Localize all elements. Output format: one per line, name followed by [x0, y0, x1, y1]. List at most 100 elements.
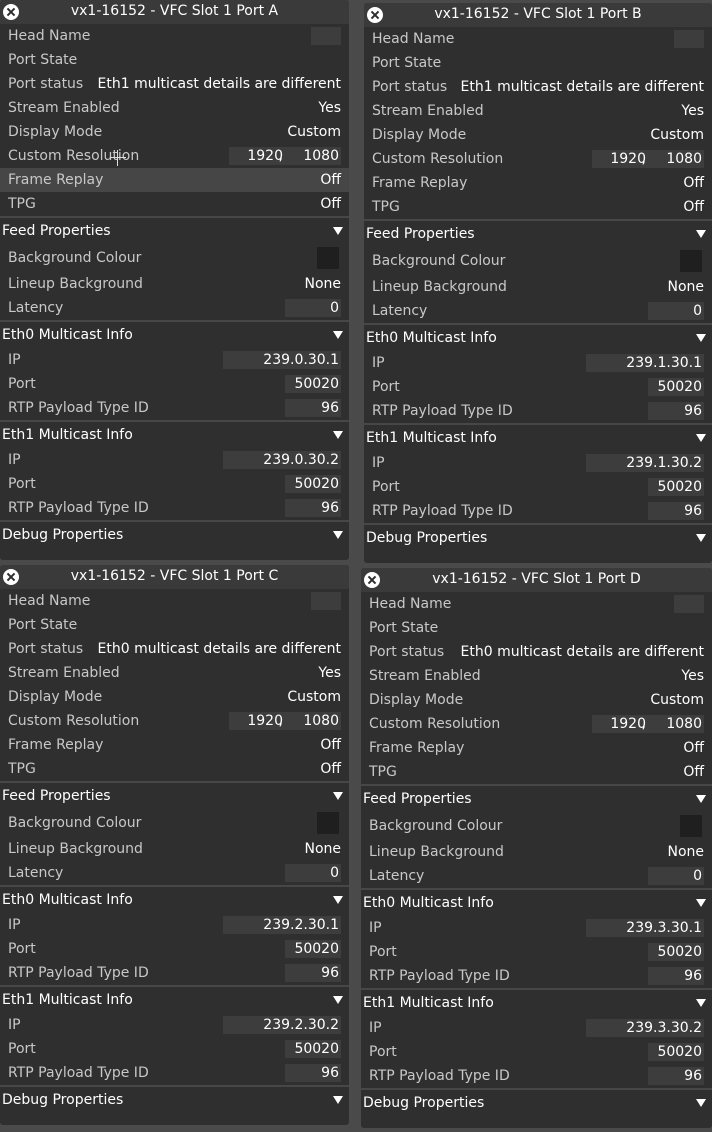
- chevron-down-icon[interactable]: [333, 331, 343, 339]
- chevron-down-icon[interactable]: [696, 899, 706, 907]
- eth0-ip-field[interactable]: 239.2.30.1: [223, 916, 341, 934]
- eth0-ip-field[interactable]: 239.0.30.1: [223, 351, 341, 369]
- tpg-row[interactable]: TPG Off: [361, 760, 712, 784]
- stream-enabled-row[interactable]: Stream Enabled Yes: [0, 96, 349, 120]
- stream-enabled-value[interactable]: Yes: [681, 99, 704, 123]
- chevron-down-icon[interactable]: [333, 1096, 343, 1104]
- tpg-row[interactable]: TPG Off: [364, 195, 712, 219]
- lineup-background-value[interactable]: None: [667, 840, 704, 864]
- head-name-field[interactable]: [674, 595, 704, 613]
- display-mode-row[interactable]: Display Mode Custom: [0, 685, 349, 709]
- display-mode-row[interactable]: Display Mode Custom: [364, 123, 712, 147]
- close-icon[interactable]: [367, 7, 383, 23]
- frame-replay-value[interactable]: Off: [320, 733, 341, 757]
- eth0-rtp-field[interactable]: 96: [648, 402, 704, 420]
- frame-replay-value[interactable]: Off: [683, 736, 704, 760]
- frame-replay-value[interactable]: Off: [683, 171, 704, 195]
- chevron-down-icon[interactable]: [696, 230, 706, 238]
- chevron-down-icon[interactable]: [333, 531, 343, 539]
- chevron-down-icon[interactable]: [696, 999, 706, 1007]
- eth0-ip-field[interactable]: 239.1.30.1: [586, 354, 704, 372]
- lineup-background-row[interactable]: Lineup Background None: [0, 272, 349, 296]
- eth0-multicast-header[interactable]: Eth0 Multicast Info: [361, 888, 712, 916]
- debug-properties-header[interactable]: Debug Properties: [0, 520, 349, 548]
- eth1-rtp-field[interactable]: 96: [648, 502, 704, 520]
- eth1-ip-field[interactable]: 239.2.30.2: [223, 1016, 341, 1034]
- eth1-ip-field[interactable]: 239.3.30.2: [586, 1019, 704, 1037]
- eth0-ip-field[interactable]: 239.3.30.1: [586, 919, 704, 937]
- panel-titlebar[interactable]: vx1-16152 - VFC Slot 1 Port D: [361, 568, 712, 592]
- display-mode-value[interactable]: Custom: [650, 123, 704, 147]
- chevron-down-icon[interactable]: [333, 792, 343, 800]
- stream-enabled-value[interactable]: Yes: [318, 661, 341, 685]
- panel-titlebar[interactable]: vx1-16152 - VFC Slot 1 Port C: [0, 565, 349, 589]
- resolution-height-field[interactable]: 1080: [648, 715, 704, 733]
- feed-properties-header[interactable]: Feed Properties: [0, 216, 349, 244]
- eth1-rtp-field[interactable]: 96: [285, 499, 341, 517]
- feed-properties-header[interactable]: Feed Properties: [361, 784, 712, 812]
- stream-enabled-value[interactable]: Yes: [681, 664, 704, 688]
- close-icon[interactable]: [364, 572, 380, 588]
- panel-titlebar[interactable]: vx1-16152 - VFC Slot 1 Port A: [0, 0, 349, 24]
- chevron-down-icon[interactable]: [696, 334, 706, 342]
- eth1-multicast-header[interactable]: Eth1 Multicast Info: [364, 423, 712, 451]
- eth1-rtp-field[interactable]: 96: [648, 1067, 704, 1085]
- chevron-down-icon[interactable]: [696, 795, 706, 803]
- chevron-down-icon[interactable]: [696, 434, 706, 442]
- stream-enabled-row[interactable]: Stream Enabled Yes: [361, 664, 712, 688]
- lineup-background-row[interactable]: Lineup Background None: [0, 837, 349, 861]
- eth1-multicast-header[interactable]: Eth1 Multicast Info: [0, 985, 349, 1013]
- eth1-multicast-header[interactable]: Eth1 Multicast Info: [361, 988, 712, 1016]
- lineup-background-value[interactable]: None: [304, 272, 341, 296]
- eth1-ip-field[interactable]: 239.1.30.2: [586, 454, 704, 472]
- resolution-width-field[interactable]: 1920: [592, 715, 648, 733]
- eth1-rtp-field[interactable]: 96: [285, 1064, 341, 1082]
- tpg-value[interactable]: Off: [320, 757, 341, 781]
- eth1-port-field[interactable]: 50020: [285, 1040, 341, 1058]
- eth1-multicast-header[interactable]: Eth1 Multicast Info: [0, 420, 349, 448]
- eth0-multicast-header[interactable]: Eth0 Multicast Info: [364, 323, 712, 351]
- eth0-multicast-header[interactable]: Eth0 Multicast Info: [0, 885, 349, 913]
- chevron-down-icon[interactable]: [696, 1099, 706, 1107]
- display-mode-row[interactable]: Display Mode Custom: [0, 120, 349, 144]
- resolution-height-field[interactable]: 1080: [648, 150, 704, 168]
- resolution-width-field[interactable]: 1920: [229, 712, 285, 730]
- frame-replay-row[interactable]: Frame Replay Off: [361, 736, 712, 760]
- eth0-rtp-field[interactable]: 96: [285, 399, 341, 417]
- chevron-down-icon[interactable]: [333, 896, 343, 904]
- display-mode-value[interactable]: Custom: [287, 120, 341, 144]
- stream-enabled-row[interactable]: Stream Enabled Yes: [0, 661, 349, 685]
- background-colour-swatch[interactable]: [317, 812, 339, 834]
- frame-replay-value[interactable]: Off: [320, 168, 341, 192]
- panel-titlebar[interactable]: vx1-16152 - VFC Slot 1 Port B: [364, 3, 712, 27]
- stream-enabled-row[interactable]: Stream Enabled Yes: [364, 99, 712, 123]
- lineup-background-value[interactable]: None: [667, 275, 704, 299]
- background-colour-swatch[interactable]: [680, 250, 702, 272]
- lineup-background-value[interactable]: None: [304, 837, 341, 861]
- eth1-ip-field[interactable]: 239.0.30.2: [223, 451, 341, 469]
- frame-replay-row[interactable]: Frame Replay Off: [0, 168, 349, 192]
- resolution-width-field[interactable]: 1920: [229, 147, 285, 165]
- tpg-value[interactable]: Off: [683, 760, 704, 784]
- debug-properties-header[interactable]: Debug Properties: [0, 1085, 349, 1113]
- frame-replay-row[interactable]: Frame Replay Off: [364, 171, 712, 195]
- lineup-background-row[interactable]: Lineup Background None: [361, 840, 712, 864]
- latency-field[interactable]: 0: [648, 302, 704, 320]
- close-icon[interactable]: [3, 4, 19, 20]
- head-name-field[interactable]: [311, 592, 341, 610]
- tpg-value[interactable]: Off: [683, 195, 704, 219]
- debug-properties-header[interactable]: Debug Properties: [361, 1088, 712, 1116]
- frame-replay-row[interactable]: Frame Replay Off: [0, 733, 349, 757]
- eth0-port-field[interactable]: 50020: [648, 943, 704, 961]
- chevron-down-icon[interactable]: [696, 534, 706, 542]
- latency-field[interactable]: 0: [648, 867, 704, 885]
- head-name-field[interactable]: [311, 27, 341, 45]
- resolution-height-field[interactable]: 1080: [285, 147, 341, 165]
- display-mode-row[interactable]: Display Mode Custom: [361, 688, 712, 712]
- eth0-multicast-header[interactable]: Eth0 Multicast Info: [0, 320, 349, 348]
- resolution-height-field[interactable]: 1080: [285, 712, 341, 730]
- tpg-value[interactable]: Off: [320, 192, 341, 216]
- eth1-port-field[interactable]: 50020: [648, 1043, 704, 1061]
- eth0-rtp-field[interactable]: 96: [648, 967, 704, 985]
- eth0-port-field[interactable]: 50020: [285, 375, 341, 393]
